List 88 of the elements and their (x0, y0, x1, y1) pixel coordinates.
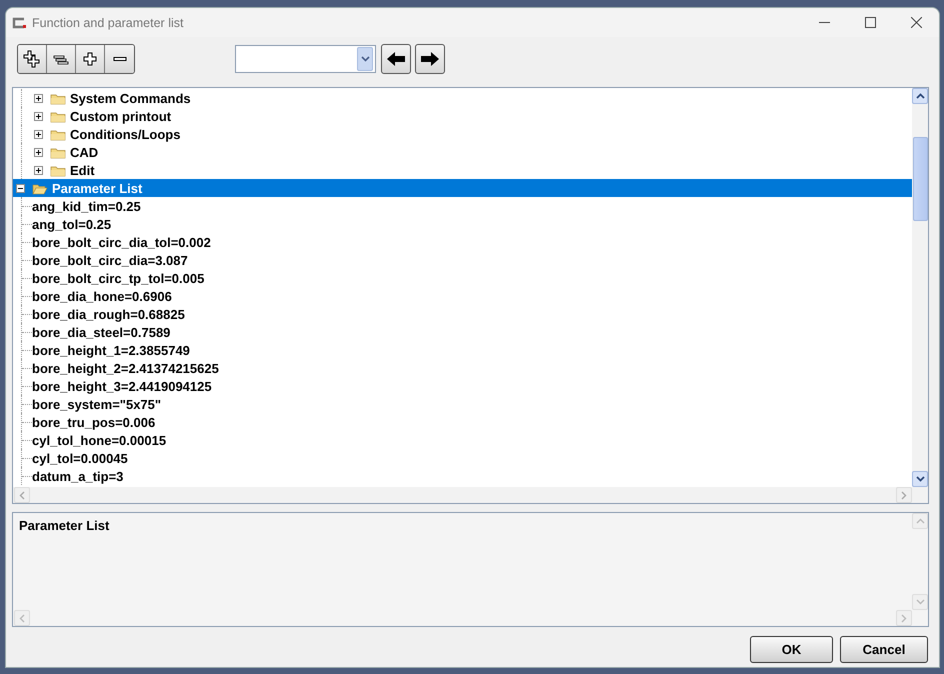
tree-row[interactable]: CAD (13, 143, 912, 161)
folder-icon (50, 110, 66, 122)
tree-row[interactable]: bore_bolt_circ_tp_tol=0.005 (13, 269, 912, 287)
tree-row[interactable]: cyl_tol=0.00045 (13, 449, 912, 467)
parameter-label: cyl_tol=0.00045 (32, 450, 128, 466)
tree-row[interactable]: bore_dia_steel=0.7589 (13, 323, 912, 341)
expand-button[interactable] (76, 45, 105, 73)
open-folder-icon (32, 182, 48, 194)
expand-icon[interactable] (34, 148, 43, 156)
folder-label: Conditions/Loops (70, 126, 180, 142)
tree-row[interactable]: bore_height_2=2.41374215625 (13, 359, 912, 377)
expand-icon[interactable] (34, 94, 43, 102)
tree-row[interactable]: Edit (13, 161, 912, 179)
parameter-label: bore_bolt_circ_dia_tol=0.002 (32, 234, 211, 250)
tree-row[interactable]: bore_tru_pos=0.006 (13, 413, 912, 431)
expand-all-button[interactable] (18, 45, 47, 73)
tree-row[interactable]: cyl_tol_hone=0.00015 (13, 431, 912, 449)
folder-label: Custom printout (70, 108, 172, 124)
search-combobox[interactable] (235, 45, 376, 73)
parameter-label: bore_dia_hone=0.6906 (32, 288, 172, 304)
tree-row[interactable]: Parameter List (13, 179, 912, 197)
chevron-down-icon (916, 476, 924, 482)
parameter-label: bore_height_1=2.3855749 (32, 342, 190, 358)
folder-label: Edit (70, 162, 95, 178)
dialog-button[interactable]: Cancel (840, 636, 928, 662)
tree-row[interactable]: bore_dia_rough=0.68825 (13, 305, 912, 323)
parameter-label: bore_height_2=2.41374215625 (32, 360, 219, 376)
chevron-right-icon (901, 614, 907, 622)
tree-row[interactable]: bore_bolt_circ_dia_tol=0.002 (13, 233, 912, 251)
tree-row[interactable]: ang_kid_tim=0.25 (13, 197, 912, 215)
forward-button[interactable] (415, 44, 445, 74)
chevron-down-icon (916, 599, 924, 605)
parameter-label: bore_tru_pos=0.006 (32, 414, 156, 430)
tree-row[interactable]: bore_height_3=2.4419094125 (13, 377, 912, 395)
folder-icon (50, 164, 66, 176)
left-arrow-icon (387, 52, 405, 66)
collapse-icon[interactable] (16, 184, 25, 192)
window-title: Function and parameter list (32, 16, 184, 30)
expand-icon[interactable] (34, 112, 43, 120)
chevron-left-icon (19, 490, 25, 500)
maximize-icon (864, 17, 876, 28)
folder-label: CAD (70, 144, 98, 160)
parameter-label: ang_tol=0.25 (32, 216, 112, 232)
description-text: Parameter List (19, 518, 110, 533)
parameter-label: bore_system="5x75" (32, 396, 162, 412)
right-arrow-icon (421, 52, 439, 66)
parameter-label: ang_kid_tim=0.25 (32, 198, 141, 214)
vertical-scrollbar[interactable] (912, 88, 928, 487)
chevron-up-icon (916, 518, 924, 524)
tree-row[interactable]: ang_tol=0.25 (13, 215, 912, 233)
double-plus-icon (23, 50, 41, 68)
parameter-label: bore_bolt_circ_tp_tol=0.005 (32, 270, 204, 286)
folder-icon (50, 146, 66, 158)
plus-icon (82, 51, 98, 67)
parameter-label: bore_bolt_circ_dia=3.087 (32, 252, 188, 268)
folder-label: Parameter List (52, 180, 142, 196)
folder-icon (50, 92, 66, 104)
tree-row[interactable]: Conditions/Loops (13, 125, 912, 143)
collapse-all-button[interactable] (47, 45, 76, 73)
back-button[interactable] (381, 44, 411, 74)
chevron-right-icon (901, 490, 907, 500)
scroll-up-button[interactable] (912, 88, 928, 104)
parameter-label: bore_dia_steel=0.7589 (32, 324, 170, 340)
parameter-label: bore_height_3=2.4419094125 (32, 378, 212, 394)
tree-row[interactable]: bore_dia_hone=0.6906 (13, 287, 912, 305)
tree-row[interactable]: Custom printout (13, 107, 912, 125)
tree-row[interactable]: bore_system="5x75" (13, 395, 912, 413)
app-icon (11, 16, 27, 28)
tree-row[interactable]: bore_height_1=2.3855749 (13, 341, 912, 359)
folder-label: System Commands (70, 90, 191, 106)
scroll-thumb[interactable] (913, 137, 928, 221)
parameter-label: datum_a_tip=3 (32, 468, 124, 484)
tree-row[interactable]: bore_bolt_circ_dia=3.087 (13, 251, 912, 269)
folder-icon (50, 128, 66, 140)
collapse-button[interactable] (105, 45, 134, 73)
expand-icon[interactable] (34, 130, 43, 138)
chevron-down-icon (360, 56, 370, 62)
scroll-down-button[interactable] (912, 471, 928, 487)
dialog-button[interactable]: OK (750, 636, 833, 662)
tree-row[interactable]: System Commands (13, 89, 912, 107)
close-icon (910, 17, 922, 28)
tree-row[interactable]: datum_a_tip=3 (13, 467, 912, 485)
parameter-label: cyl_tol_hone=0.00015 (32, 432, 166, 448)
expand-icon[interactable] (34, 166, 43, 174)
chevron-left-icon (19, 614, 25, 622)
parameter-label: bore_dia_rough=0.68825 (32, 306, 185, 322)
dropdown-button[interactable] (357, 47, 373, 71)
chevron-up-icon (916, 93, 924, 99)
